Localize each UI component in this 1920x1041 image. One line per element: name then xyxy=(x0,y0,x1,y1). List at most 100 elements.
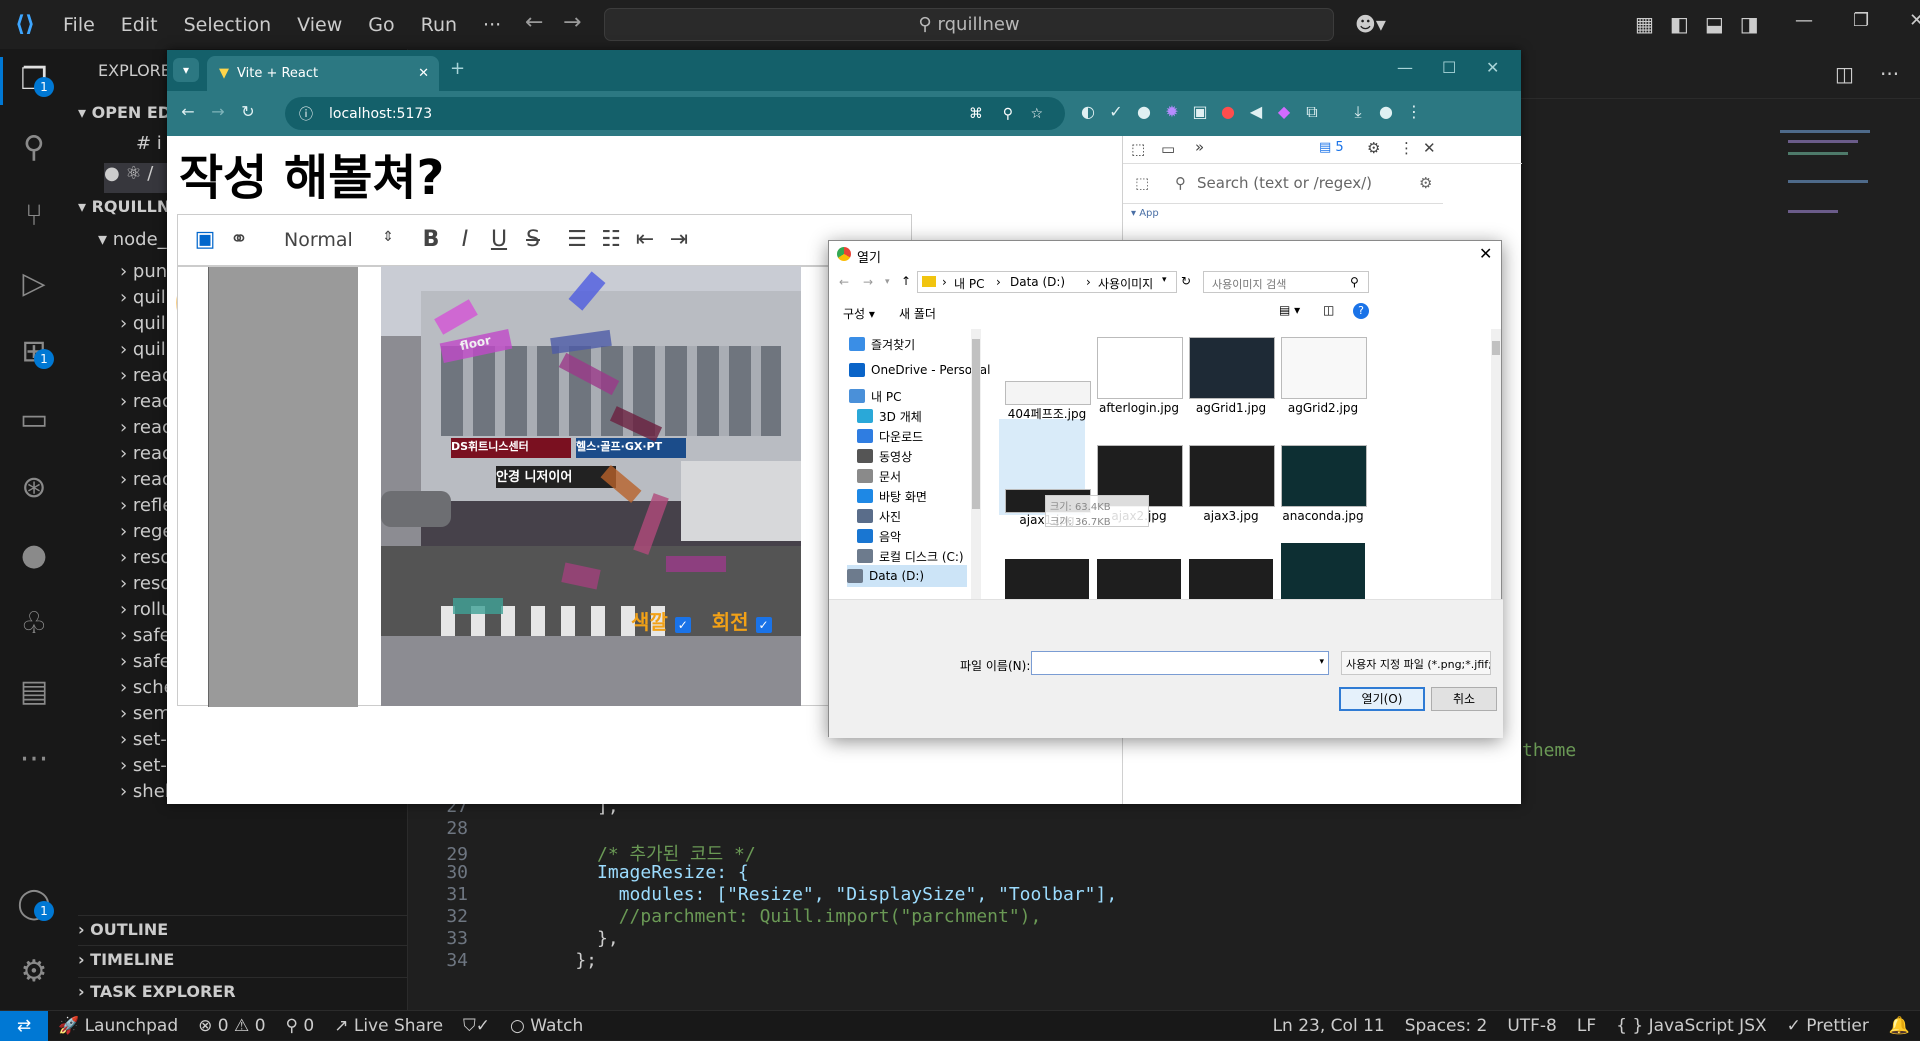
rotate-checkbox[interactable]: ✓ xyxy=(755,617,772,633)
filename-input[interactable]: ▾ xyxy=(1031,651,1329,675)
file-thumbnail-partial[interactable] xyxy=(1189,559,1273,599)
dialog-up-icon[interactable]: ↑ xyxy=(901,274,911,288)
notifications-bell-icon[interactable]: 🔔 xyxy=(1879,1016,1920,1036)
browser-menu-icon[interactable]: ⋮ xyxy=(1403,101,1425,123)
strike-icon[interactable]: S xyxy=(520,227,546,253)
devtools-close-icon[interactable]: ✕ xyxy=(1423,139,1436,157)
underline-icon[interactable]: U xyxy=(486,227,512,253)
issues-badge[interactable]: ▤ 5 xyxy=(1319,140,1344,155)
dialog-recent-icon[interactable]: ▾ xyxy=(885,277,890,287)
devtools-more-icon[interactable]: ⋮ xyxy=(1399,139,1414,157)
github-icon[interactable]: ● xyxy=(14,535,54,575)
file-grid-scrollbar[interactable] xyxy=(1491,329,1501,599)
organize-button[interactable]: 구성 ▾ xyxy=(843,305,875,322)
file-thumbnail[interactable]: afterlogin.jpg xyxy=(1093,337,1185,417)
toggle-panel-icon[interactable]: ⬓ xyxy=(1705,12,1724,36)
source-control-icon[interactable]: ⑂ xyxy=(14,195,54,235)
back-arrow-icon[interactable]: ← xyxy=(525,10,543,35)
settings-gear-icon[interactable]: ⚙ xyxy=(14,951,54,991)
color-checkbox-group[interactable]: 색깔 ✓ 회전 ✓ xyxy=(631,606,772,635)
extensions-icon[interactable]: ⊞ 1 xyxy=(14,331,54,371)
zoom-icon[interactable]: ⚲ xyxy=(1003,106,1013,122)
nav-item[interactable]: 다운로드 xyxy=(857,425,923,447)
browser-reload-icon[interactable]: ↻ xyxy=(237,101,259,123)
dialog-back-icon[interactable]: ← xyxy=(839,275,849,289)
extension-icon[interactable]: ● xyxy=(1217,101,1239,123)
help-icon[interactable]: ? xyxy=(1353,303,1369,319)
prettier-status[interactable]: ✓ Prettier xyxy=(1777,1016,1879,1036)
file-thumbnail[interactable]: agGrid1.jpg xyxy=(1185,337,1277,417)
file-thumbnail-partial[interactable] xyxy=(1097,559,1181,599)
select-component-icon[interactable]: ⬚ xyxy=(1135,174,1149,192)
downloads-icon[interactable]: ⤓ xyxy=(1347,101,1369,123)
nav-item[interactable]: 문서 xyxy=(857,465,901,487)
watch-status[interactable]: ○ Watch xyxy=(500,1016,593,1036)
new-folder-button[interactable]: 새 폴더 xyxy=(899,305,936,322)
cancel-button[interactable]: 취소 xyxy=(1431,687,1497,711)
menu-edit[interactable]: Edit xyxy=(108,14,171,36)
live-share-tree-icon[interactable]: ♧ xyxy=(14,603,54,643)
dialog-address-bar[interactable]: › 내 PC › Data (D:) › 사용이미지 ▾ xyxy=(917,271,1177,293)
translate-icon[interactable]: ⌘ xyxy=(969,106,983,122)
accounts-icon[interactable]: ◯ 1 xyxy=(14,883,54,923)
color-checkbox[interactable]: ✓ xyxy=(674,617,691,633)
file-type-filter[interactable]: 사용자 지정 파일 (*.png;*.jfif;*. xyxy=(1341,651,1491,675)
browser-close-icon[interactable]: ✕ xyxy=(1486,58,1499,77)
menu-more[interactable]: ··· xyxy=(470,14,514,36)
indentation[interactable]: Spaces: 2 xyxy=(1395,1016,1498,1036)
bullet-list-icon[interactable]: ☷ xyxy=(598,227,624,253)
ordered-list-icon[interactable]: ☰ xyxy=(564,227,590,253)
breadcrumb-item[interactable]: 사용이미지 xyxy=(1098,275,1153,292)
italic-icon[interactable]: I xyxy=(452,227,478,253)
file-thumbnail-partial[interactable] xyxy=(1005,559,1089,599)
dialog-forward-icon[interactable]: → xyxy=(863,275,873,289)
toggle-sidebar-icon[interactable]: ◧ xyxy=(1670,12,1689,36)
preview-pane-icon[interactable]: ◫ xyxy=(1323,303,1334,317)
indent-increase-icon[interactable]: ⇥ xyxy=(666,227,692,253)
filter-settings-icon[interactable]: ⚙ xyxy=(1419,174,1432,192)
extension-icon[interactable]: ● xyxy=(1133,101,1155,123)
menu-go[interactable]: Go xyxy=(355,14,407,36)
run-debug-icon[interactable]: ▷ xyxy=(14,263,54,303)
extension-icon[interactable]: ▣ xyxy=(1189,101,1211,123)
breadcrumb-item[interactable]: 내 PC xyxy=(954,275,984,292)
nav-item[interactable]: 사진 xyxy=(857,505,901,527)
minimap[interactable] xyxy=(1780,120,1890,240)
timeline-section[interactable]: › TIMELINE xyxy=(78,945,418,980)
menu-run[interactable]: Run xyxy=(408,14,470,36)
editor-more-icon[interactable]: ··· xyxy=(1880,62,1899,86)
file-thumbnail[interactable]: agGrid2.jpg xyxy=(1277,337,1369,417)
header-format-select[interactable]: Normal ⇕ xyxy=(284,229,394,251)
nav-item[interactable]: OneDrive - Personal xyxy=(849,359,990,381)
nav-item[interactable]: 음악 xyxy=(857,525,901,547)
file-thumbnail[interactable]: 404페프조.jpg xyxy=(1001,381,1093,461)
file-thumbnail[interactable]: anaconda.jpg xyxy=(1277,445,1369,525)
customize-layout-icon[interactable]: ▦ xyxy=(1635,12,1654,36)
git-graph-icon[interactable]: ⊛ xyxy=(14,467,54,507)
docker-icon[interactable]: ▤ xyxy=(14,671,54,711)
dialog-refresh-icon[interactable]: ↻ xyxy=(1181,274,1191,288)
bookmark-star-icon[interactable]: ☆ xyxy=(1030,106,1043,122)
indent-decrease-icon[interactable]: ⇤ xyxy=(632,227,658,253)
profile-icon[interactable]: ● xyxy=(1375,101,1397,123)
task-explorer-section[interactable]: › TASK EXPLORER xyxy=(78,977,418,1012)
minimize-icon[interactable]: — xyxy=(1795,10,1813,31)
insert-link-icon[interactable]: ⚭ xyxy=(226,227,252,253)
file-thumbnail-partial[interactable] xyxy=(1281,543,1365,599)
nav-item[interactable]: 내 PC xyxy=(849,385,901,407)
restore-icon[interactable]: ❐ xyxy=(1853,10,1869,31)
nav-item[interactable]: 동영상 xyxy=(857,445,912,467)
site-info-icon[interactable]: ⓘ xyxy=(299,104,313,124)
insert-image-icon[interactable]: ▣ xyxy=(192,227,218,253)
file-thumbnail[interactable]: ajax3.jpg xyxy=(1185,445,1277,525)
dialog-search-box[interactable]: 사용이미지 검색 ⚲ xyxy=(1203,271,1369,293)
browser-tab-active[interactable]: ▼ Vite + React ✕ xyxy=(207,56,439,91)
forward-arrow-icon[interactable]: → xyxy=(563,10,581,35)
extension-icon[interactable]: ◆ xyxy=(1273,101,1295,123)
nav-item[interactable]: 바탕 화면 xyxy=(857,485,927,507)
cursor-position[interactable]: Ln 23, Col 11 xyxy=(1263,1016,1395,1036)
copilot-icon[interactable]: ☻▾ xyxy=(1355,12,1386,36)
extensions-puzzle-icon[interactable]: ⧉ xyxy=(1301,101,1323,123)
component-tree-item[interactable]: ▾ App xyxy=(1131,208,1159,219)
browser-maximize-icon[interactable]: ☐ xyxy=(1442,58,1456,77)
